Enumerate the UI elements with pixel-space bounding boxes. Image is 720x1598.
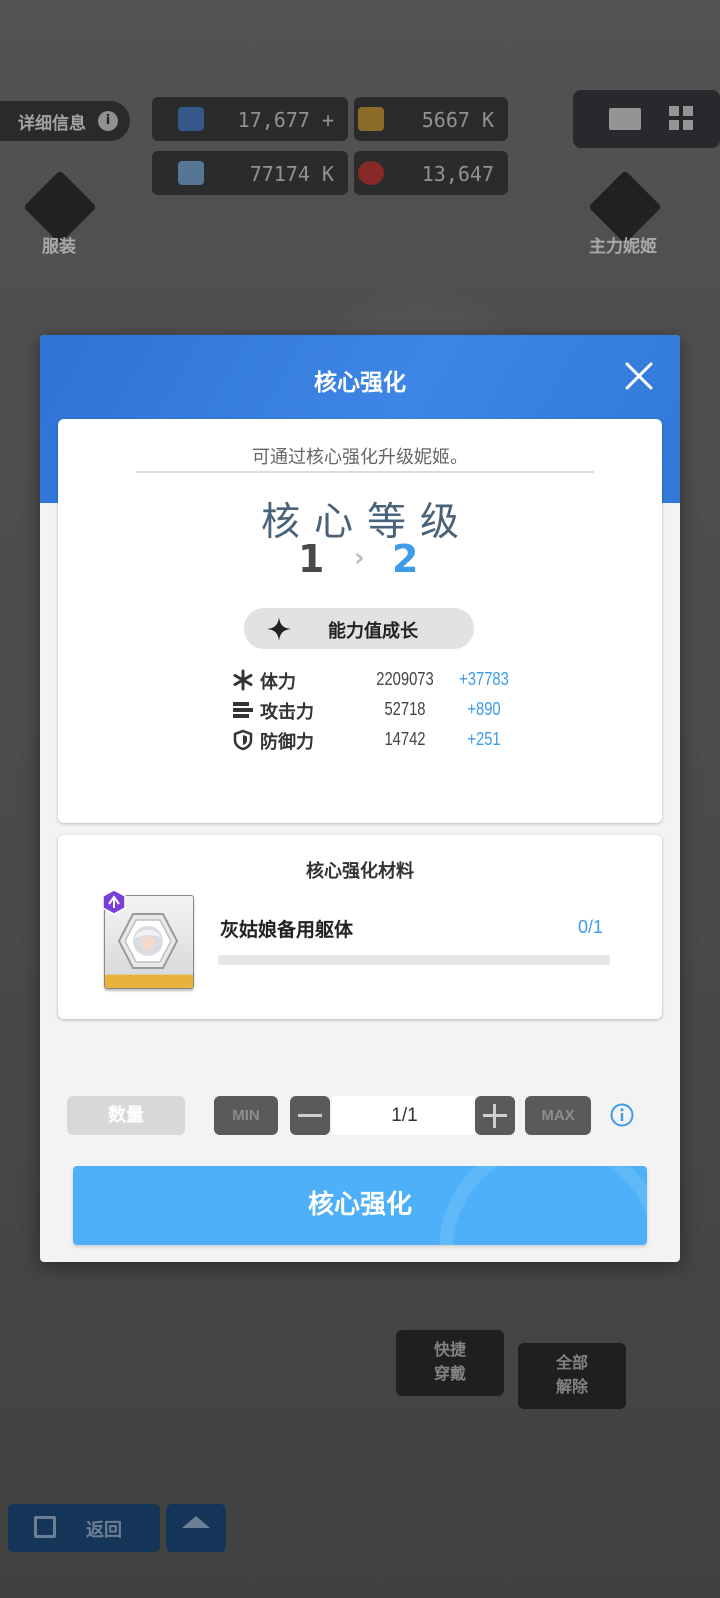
quantity-value: 1/1 [332,1096,477,1135]
materials-card: 核心强化材料 灰姑娘备用躯体 0/1 [58,835,662,1019]
core-enhance-dialog: 核心强化 可通过核心强化升级妮姬。 核心等级 1 › 2 能力值成长 体力 22… [40,335,680,1262]
dialog-title: 核心强化 [314,370,406,396]
rarity-badge-icon [102,889,126,915]
stat-growth-label: 能力值成长 [328,621,418,642]
max-button[interactable]: MAX [525,1096,591,1135]
material-count: 0/1 [578,917,604,937]
material-item[interactable] [102,889,194,989]
core-level-card: 可通过核心强化升级妮姬。 核心等级 1 › 2 能力值成长 体力 2209073… [58,419,662,823]
attack-icon [233,702,253,718]
level-from: 1 [298,537,325,581]
stat-row-attack: 攻击力 52718 +890 [58,697,662,725]
core-enhance-button[interactable]: 核心强化 [73,1166,647,1245]
material-progress-bar [218,955,610,965]
stat-row-defense: 防御力 14742 +251 [58,727,662,755]
core-level-label: 核心等级 [260,500,473,545]
materials-title: 核心强化材料 [306,861,414,882]
description-text: 可通过核心强化升级妮姬。 [252,447,468,468]
chevron-right-icon: › [354,543,365,573]
min-button[interactable]: MIN [214,1096,278,1135]
spare-body-icon [117,913,179,969]
divider [136,471,594,473]
info-icon[interactable] [610,1103,634,1127]
stat-growth-badge: 能力值成长 [244,608,474,649]
sparkle-icon [267,617,291,641]
material-name: 灰姑娘备用躯体 [220,919,354,941]
shield-icon [233,729,253,751]
hp-icon [233,669,253,691]
level-to: 2 [392,537,419,581]
minus-icon [298,1114,322,1117]
core-enhance-button-label: 核心强化 [307,1190,412,1220]
quantity-label: 数量 [67,1096,185,1135]
close-icon[interactable] [624,361,654,391]
increment-button[interactable] [475,1096,515,1135]
stat-row-hp: 体力 2209073 +37783 [58,667,662,695]
decrement-button[interactable] [290,1096,330,1135]
button-decoration [439,1166,647,1245]
